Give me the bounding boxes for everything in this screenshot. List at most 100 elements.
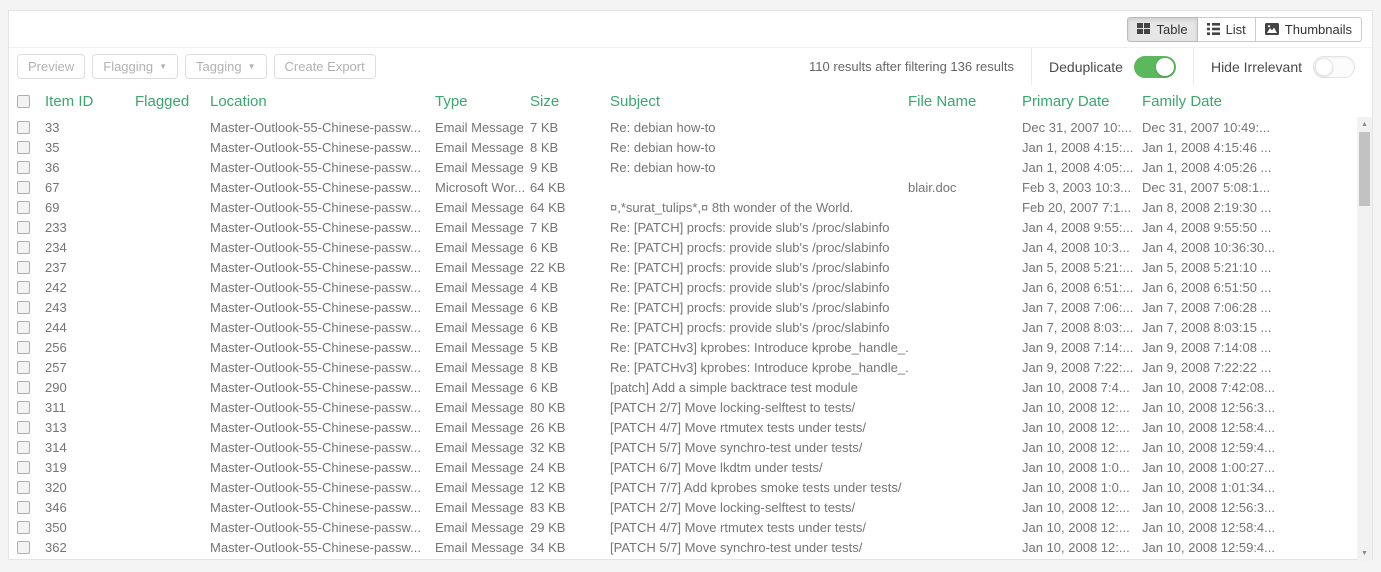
cell-size: 64 KB (530, 200, 610, 215)
table-row[interactable]: 320 Master-Outlook-55-Chinese-passw... E… (9, 477, 1357, 497)
row-checkbox[interactable] (17, 341, 30, 354)
toolbar-actions: Preview Flagging ▼ Tagging ▼ Create Expo… (9, 48, 376, 85)
row-checkbox[interactable] (17, 501, 30, 514)
cell-file-name: blair.doc (908, 180, 1022, 195)
column-header-subject[interactable]: Subject (610, 93, 908, 110)
scrollbar-thumb[interactable] (1359, 132, 1370, 206)
table-row[interactable]: 67 Master-Outlook-55-Chinese-passw... Mi… (9, 177, 1357, 197)
view-button-list[interactable]: List (1198, 17, 1256, 42)
column-header-flagged[interactable]: Flagged (135, 93, 210, 110)
select-all-checkbox[interactable] (17, 95, 30, 108)
row-checkbox[interactable] (17, 441, 30, 454)
row-checkbox[interactable] (17, 361, 30, 374)
row-checkbox-cell (9, 461, 45, 474)
table-row[interactable]: 242 Master-Outlook-55-Chinese-passw... E… (9, 277, 1357, 297)
row-checkbox[interactable] (17, 541, 30, 554)
preview-button[interactable]: Preview (17, 54, 85, 79)
row-checkbox[interactable] (17, 221, 30, 234)
cell-primary-date: Dec 31, 2007 10:... (1022, 120, 1142, 135)
view-button-table[interactable]: Table (1127, 17, 1197, 42)
row-checkbox-cell (9, 441, 45, 454)
row-checkbox[interactable] (17, 201, 30, 214)
table-row[interactable]: 233 Master-Outlook-55-Chinese-passw... E… (9, 217, 1357, 237)
preview-button-label: Preview (28, 59, 74, 74)
row-checkbox-cell (9, 521, 45, 534)
scroll-up-icon[interactable]: ▲ (1357, 118, 1372, 131)
row-checkbox[interactable] (17, 241, 30, 254)
row-checkbox[interactable] (17, 481, 30, 494)
column-header-location[interactable]: Location (210, 93, 435, 110)
row-checkbox[interactable] (17, 161, 30, 174)
table-row[interactable]: 237 Master-Outlook-55-Chinese-passw... E… (9, 257, 1357, 277)
view-button-list-label: List (1226, 22, 1246, 37)
scroll-down-icon[interactable]: ▼ (1357, 547, 1372, 560)
hide-irrelevant-toggle[interactable] (1313, 56, 1355, 78)
cell-type: Email Message (435, 460, 530, 475)
cell-family-date: Jan 10, 2008 12:59:4... (1142, 440, 1357, 455)
row-checkbox-cell (9, 221, 45, 234)
row-checkbox-cell (9, 481, 45, 494)
row-checkbox-cell (9, 321, 45, 334)
cell-type: Email Message (435, 500, 530, 515)
table-row[interactable]: 257 Master-Outlook-55-Chinese-passw... E… (9, 357, 1357, 377)
table-row[interactable]: 256 Master-Outlook-55-Chinese-passw... E… (9, 337, 1357, 357)
tagging-dropdown-button[interactable]: Tagging ▼ (185, 54, 266, 79)
cell-item-id: 67 (45, 180, 135, 195)
row-checkbox[interactable] (17, 401, 30, 414)
cell-primary-date: Jan 1, 2008 4:15:... (1022, 140, 1142, 155)
cell-family-date: Jan 10, 2008 1:00:27... (1142, 460, 1357, 475)
cell-item-id: 69 (45, 200, 135, 215)
column-header-type[interactable]: Type (435, 93, 530, 110)
cell-primary-date: Jan 10, 2008 12:... (1022, 440, 1142, 455)
row-checkbox[interactable] (17, 281, 30, 294)
row-checkbox[interactable] (17, 461, 30, 474)
row-checkbox[interactable] (17, 321, 30, 334)
vertical-scrollbar[interactable]: ▲ ▼ (1357, 117, 1372, 561)
table-row[interactable]: 36 Master-Outlook-55-Chinese-passw... Em… (9, 157, 1357, 177)
row-checkbox-cell (9, 121, 45, 134)
cell-subject: Re: [PATCHv3] kprobes: Introduce kprobe_… (610, 360, 908, 375)
table-row[interactable]: 244 Master-Outlook-55-Chinese-passw... E… (9, 317, 1357, 337)
create-export-button-label: Create Export (285, 59, 365, 74)
flagging-dropdown-button[interactable]: Flagging ▼ (92, 54, 178, 79)
table-row[interactable]: 313 Master-Outlook-55-Chinese-passw... E… (9, 417, 1357, 437)
column-header-primary-date[interactable]: Primary Date (1022, 93, 1142, 110)
create-export-button[interactable]: Create Export (274, 54, 376, 79)
view-button-thumbnails[interactable]: Thumbnails (1256, 17, 1362, 42)
row-checkbox[interactable] (17, 521, 30, 534)
row-checkbox[interactable] (17, 121, 30, 134)
column-header-item-id[interactable]: Item ID (45, 93, 135, 110)
table-row[interactable]: 234 Master-Outlook-55-Chinese-passw... E… (9, 237, 1357, 257)
row-checkbox[interactable] (17, 301, 30, 314)
table-row[interactable]: 69 Master-Outlook-55-Chinese-passw... Em… (9, 197, 1357, 217)
table-row[interactable]: 319 Master-Outlook-55-Chinese-passw... E… (9, 457, 1357, 477)
table-row[interactable]: 350 Master-Outlook-55-Chinese-passw... E… (9, 517, 1357, 537)
column-header-file-name[interactable]: File Name (908, 93, 1022, 110)
cell-location: Master-Outlook-55-Chinese-passw... (210, 240, 435, 255)
cell-size: 4 KB (530, 280, 610, 295)
table-row[interactable]: 346 Master-Outlook-55-Chinese-passw... E… (9, 497, 1357, 517)
cell-location: Master-Outlook-55-Chinese-passw... (210, 380, 435, 395)
view-switcher: Table List Thumbnails (1127, 17, 1362, 42)
column-header-family-date[interactable]: Family Date (1142, 93, 1372, 110)
row-checkbox[interactable] (17, 181, 30, 194)
deduplicate-toggle[interactable] (1134, 56, 1176, 78)
table-row[interactable]: 290 Master-Outlook-55-Chinese-passw... E… (9, 377, 1357, 397)
table-row[interactable]: 33 Master-Outlook-55-Chinese-passw... Em… (9, 117, 1357, 137)
table-row[interactable]: 362 Master-Outlook-55-Chinese-passw... E… (9, 537, 1357, 557)
table-row[interactable]: 35 Master-Outlook-55-Chinese-passw... Em… (9, 137, 1357, 157)
table-row[interactable]: 243 Master-Outlook-55-Chinese-passw... E… (9, 297, 1357, 317)
table-row[interactable]: 314 Master-Outlook-55-Chinese-passw... E… (9, 437, 1357, 457)
row-checkbox-cell (9, 301, 45, 314)
row-checkbox[interactable] (17, 421, 30, 434)
cell-size: 8 KB (530, 360, 610, 375)
row-checkbox[interactable] (17, 141, 30, 154)
row-checkbox[interactable] (17, 381, 30, 394)
cell-primary-date: Jan 6, 2008 6:51:... (1022, 280, 1142, 295)
cell-item-id: 233 (45, 220, 135, 235)
table-row[interactable]: 311 Master-Outlook-55-Chinese-passw... E… (9, 397, 1357, 417)
cell-item-id: 257 (45, 360, 135, 375)
column-header-size[interactable]: Size (530, 93, 610, 110)
row-checkbox[interactable] (17, 261, 30, 274)
cell-family-date: Jan 10, 2008 7:42:08... (1142, 380, 1357, 395)
